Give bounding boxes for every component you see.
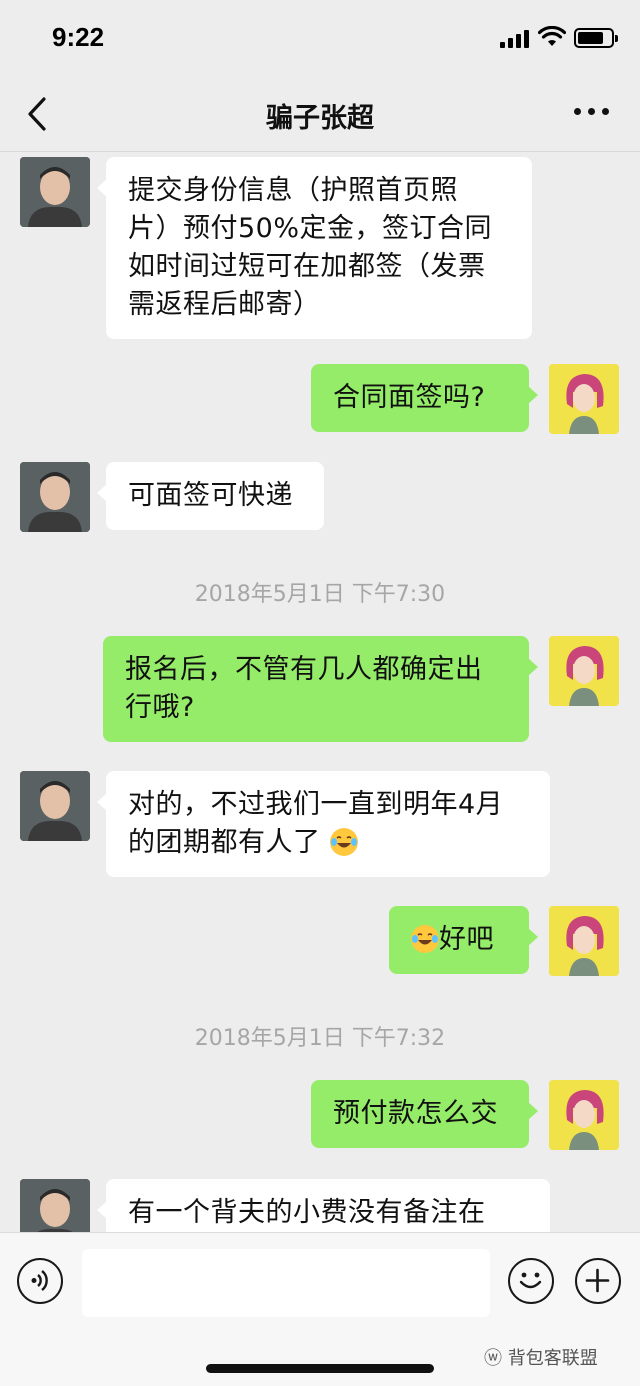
message-text: 预付款怎么交 (333, 1098, 498, 1129)
message-bubble[interactable]: 有一个背夫的小费没有备注在 (97, 1179, 550, 1232)
contact-avatar[interactable] (20, 1179, 90, 1232)
message-text: 好吧 (439, 924, 494, 955)
message-line: 提交身份信息（护照首页照 (128, 175, 458, 206)
message-bubble[interactable]: 合同面签吗? (311, 364, 538, 432)
self-avatar[interactable] (549, 906, 619, 976)
message-line: 的团期都有人了 (128, 824, 528, 862)
battery-icon (574, 28, 618, 48)
watermark-text: 背包客联盟 (507, 1348, 598, 1369)
message-list[interactable]: 提交身份信息（护照首页照 片）预付50%定金，签订合同 如时间过短可在加都签（发… (0, 153, 640, 1232)
more-dots-icon[interactable] (574, 108, 610, 118)
emoji-icon[interactable] (508, 1258, 554, 1304)
message-line-text: 的团期都有人了 (128, 827, 321, 858)
status-time: 9:22 (52, 22, 105, 52)
message-bubble[interactable]: 可面签可快递 (97, 462, 324, 530)
message-bubble[interactable]: 预付款怎么交 (311, 1080, 538, 1148)
message-line: 如时间过短可在加都签（发票 (128, 251, 486, 282)
message-line: 好吧 (411, 921, 507, 959)
self-avatar[interactable] (549, 1080, 619, 1150)
watermark: ⓦ 背包客联盟 (484, 1344, 598, 1370)
message-text: 合同面签吗? (333, 382, 486, 413)
home-indicator[interactable] (206, 1364, 434, 1373)
message-line: 对的，不过我们一直到明年4月 (128, 789, 504, 820)
contact-avatar[interactable] (20, 771, 90, 841)
timestamp: 2018年5月1日 下午7:30 (194, 582, 446, 607)
laughing-tears-emoji-icon (329, 828, 358, 856)
message-line: 片）预付50%定金，签订合同 (128, 213, 493, 244)
chat-header: 骗子张超 (0, 78, 640, 152)
voice-input-icon[interactable] (17, 1258, 63, 1304)
cellular-signal-icon (500, 28, 530, 48)
message-bubble[interactable]: 报名后，不管有几人都确定出 行哦? (103, 636, 538, 742)
message-bubble[interactable]: 对的，不过我们一直到明年4月 的团期都有人了 (97, 771, 550, 877)
contact-avatar[interactable] (20, 462, 90, 532)
message-line: 行哦? (125, 692, 195, 723)
message-bubble[interactable]: 提交身份信息（护照首页照 片）预付50%定金，签订合同 如时间过短可在加都签（发… (97, 157, 532, 339)
message-input[interactable] (82, 1249, 490, 1317)
message-line: 需返程后邮寄） (128, 289, 321, 320)
self-avatar[interactable] (549, 636, 619, 706)
message-text: 有一个背夫的小费没有备注在 (128, 1197, 486, 1228)
contact-avatar[interactable] (20, 157, 90, 227)
message-line: 报名后，不管有几人都确定出 (125, 654, 483, 685)
watermark-logo-icon: ⓦ (484, 1348, 502, 1369)
plus-icon[interactable] (575, 1258, 621, 1304)
wifi-icon (538, 26, 566, 46)
chat-title[interactable]: 骗子张超 (0, 96, 640, 135)
self-avatar[interactable] (549, 364, 619, 434)
laughing-tears-emoji-icon (411, 925, 439, 953)
status-bar: 9:22 (0, 0, 640, 78)
timestamp: 2018年5月1日 下午7:32 (194, 1026, 446, 1051)
message-bubble[interactable]: 好吧 (389, 906, 538, 974)
message-text: 可面签可快递 (128, 480, 293, 511)
